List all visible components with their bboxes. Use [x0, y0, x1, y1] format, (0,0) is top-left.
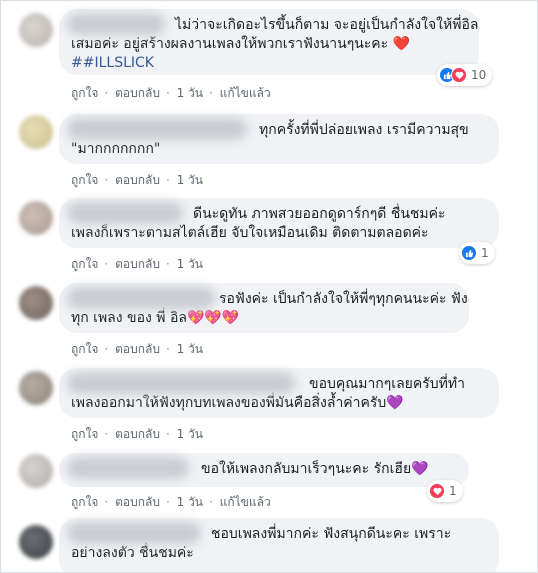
reaction-count: 1	[481, 246, 489, 260]
comment-text-line: เพลงออกมาให้ฟังทุกบทเพลงของพี่มันคือสิ่ง…	[71, 395, 404, 411]
comment-actions: ถูกใจ · ตอบกลับ · 1 วัน · แก้ไขแล้ว	[71, 495, 271, 509]
timestamp[interactable]: 1 วัน	[177, 86, 203, 100]
avatar[interactable]	[19, 454, 53, 488]
commenter-name-redacted[interactable]	[67, 522, 201, 544]
comment-bubble: ทุกครั้งที่พี่ปล่อยเพลง เรามีความสุข "มา…	[59, 114, 499, 164]
timestamp[interactable]: 1 วัน	[177, 495, 203, 509]
comment-bubble: รอฟังค่ะ เป็นกำลังใจให้พี่ๆทุกคนนะค่ะ ฟั…	[59, 283, 469, 333]
reply-link[interactable]: ตอบกลับ	[115, 86, 160, 100]
reaction-summary[interactable]: 1	[459, 242, 495, 264]
like-icon	[461, 245, 477, 261]
comment-actions: ถูกใจ · ตอบกลับ · 1 วัน	[71, 257, 203, 271]
avatar[interactable]	[19, 115, 53, 149]
timestamp[interactable]: 1 วัน	[177, 173, 203, 187]
reaction-count: 10	[471, 68, 487, 82]
reply-link[interactable]: ตอบกลับ	[115, 342, 160, 356]
avatar[interactable]	[19, 525, 53, 559]
avatar[interactable]	[19, 371, 53, 405]
avatar[interactable]	[19, 286, 53, 320]
like-link[interactable]: ถูกใจ	[71, 427, 98, 441]
comment-bubble: ไม่ว่าจะเกิดอะไรขึ้นก็ตาม จะอยู่เป็นกำลั…	[59, 9, 479, 75]
like-link[interactable]: ถูกใจ	[71, 495, 98, 509]
like-link[interactable]: ถูกใจ	[71, 173, 98, 187]
comment-bubble: ขอบคุณมากๆเลยครับที่ทำ เพลงออกมาให้ฟังทุ…	[59, 368, 499, 418]
like-link[interactable]: ถูกใจ	[71, 257, 98, 271]
reaction-summary[interactable]: 1	[427, 480, 463, 502]
comments-panel: ไม่ว่าจะเกิดอะไรขึ้นก็ตาม จะอยู่เป็นกำลั…	[0, 0, 538, 573]
commenter-name-redacted[interactable]	[67, 13, 165, 35]
commenter-name-redacted[interactable]	[67, 287, 215, 309]
avatar[interactable]	[19, 13, 53, 47]
commenter-name-redacted[interactable]	[67, 202, 183, 224]
comment-bubble: ชอบเพลงพี่มากค่ะ ฟังสนุกดีนะคะ เพราะ อย่…	[59, 518, 499, 572]
comment-actions: ถูกใจ · ตอบกลับ · 1 วัน	[71, 427, 203, 441]
timestamp[interactable]: 1 วัน	[177, 342, 203, 356]
reply-link[interactable]: ตอบกลับ	[115, 495, 160, 509]
comment-text-line: อย่างลงตัว ชื่นชมค่ะ	[71, 545, 194, 561]
comment-bubble: ขอให้เพลงกลับมาเร็วๆนะคะ รักเฮีย💜	[59, 453, 469, 487]
reply-link[interactable]: ตอบกลับ	[115, 427, 160, 441]
like-link[interactable]: ถูกใจ	[71, 342, 98, 356]
love-icon	[429, 483, 445, 499]
comment-text-line: เพลงก็เพราะตามสไตล์เฮีย จับใจเหมือนเดิม …	[71, 225, 429, 241]
reply-link[interactable]: ตอบกลับ	[115, 257, 160, 271]
timestamp[interactable]: 1 วัน	[177, 257, 203, 271]
avatar[interactable]	[19, 201, 53, 235]
comment-text-line: เสมอค่ะ อยู่สร้างผลงานเพลงให้พวกเราฟังนา…	[71, 36, 411, 52]
commenter-name-redacted[interactable]	[67, 457, 189, 479]
edited-label: แก้ไขแล้ว	[219, 86, 271, 100]
reaction-summary[interactable]: 10	[437, 64, 493, 86]
hashtag-link[interactable]: ##ILLSLICK	[71, 54, 467, 73]
comment-actions: ถูกใจ · ตอบกลับ · 1 วัน · แก้ไขแล้ว	[71, 86, 271, 100]
comment-text-line: "มากกกกกกก"	[71, 141, 161, 157]
like-link[interactable]: ถูกใจ	[71, 86, 98, 100]
comment-actions: ถูกใจ · ตอบกลับ · 1 วัน	[71, 173, 203, 187]
commenter-name-redacted[interactable]	[67, 118, 247, 140]
comment-text-line: ทุก เพลง ของ พี่ อิล💖💖💖	[71, 310, 240, 326]
timestamp[interactable]: 1 วัน	[177, 427, 203, 441]
reply-link[interactable]: ตอบกลับ	[115, 173, 160, 187]
love-icon	[451, 67, 467, 83]
comment-actions: ถูกใจ · ตอบกลับ · 1 วัน	[71, 342, 203, 356]
commenter-name-redacted[interactable]	[67, 372, 295, 394]
reaction-count: 1	[449, 484, 457, 498]
comment-bubble: ดีนะดูทัน ภาพสวยออกดูดาร์กๆดี ชื่นชมค่ะ …	[59, 198, 499, 248]
edited-label: แก้ไขแล้ว	[219, 495, 271, 509]
